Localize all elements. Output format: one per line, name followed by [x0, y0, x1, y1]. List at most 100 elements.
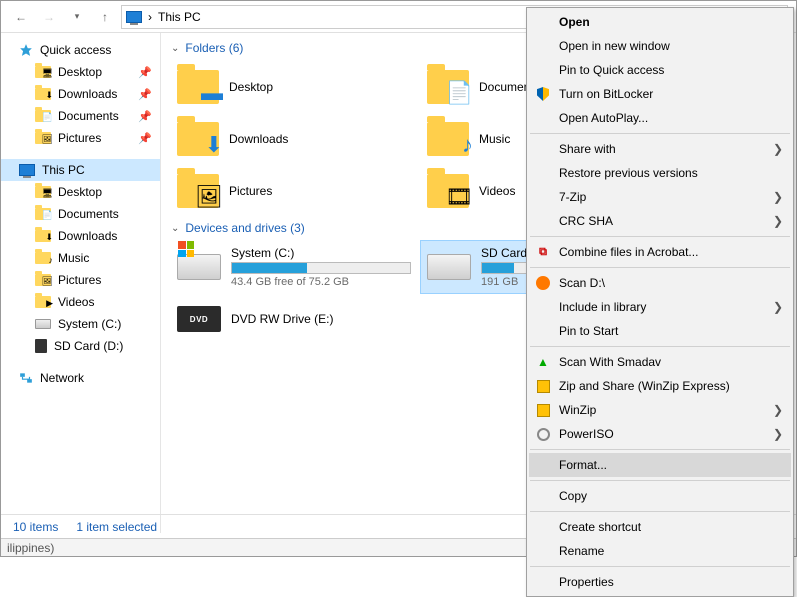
context-menu-label: Properties: [559, 575, 614, 589]
back-button[interactable]: ←: [9, 5, 33, 29]
sidebar-item-label: Network: [40, 371, 84, 385]
sidebar-item-desktop-pc[interactable]: 🖥Desktop: [1, 181, 160, 203]
sidebar-item-system-c[interactable]: System (C:): [1, 313, 160, 335]
context-menu-label: Open AutoPlay...: [559, 111, 648, 125]
context-menu-item[interactable]: PowerISO❯: [529, 422, 791, 446]
context-menu-item[interactable]: Restore previous versions: [529, 161, 791, 185]
sidebar-item-label: System (C:): [58, 317, 121, 331]
context-menu-item[interactable]: 7-Zip ❯: [529, 185, 791, 209]
acrobat-icon: ⧉: [535, 244, 551, 260]
pin-icon: 📌: [138, 110, 152, 123]
shield-icon: [535, 86, 551, 102]
context-menu-item[interactable]: Copy: [529, 484, 791, 508]
sidebar-item-documents[interactable]: 📄 Documents 📌: [1, 105, 160, 127]
winzip-icon: [535, 402, 551, 418]
context-menu-item[interactable]: Open in new window: [529, 34, 791, 58]
submenu-arrow-icon: ❯: [773, 300, 783, 314]
sd-card-icon: [35, 339, 47, 353]
chevron-down-icon: ⌄: [171, 223, 179, 234]
context-menu-separator: [530, 566, 790, 567]
context-menu-label: WinZip: [559, 403, 596, 417]
drive-icon: [177, 254, 221, 280]
sidebar-network[interactable]: Network: [1, 367, 160, 389]
item-subtext: 43.4 GB free of 75.2 GB: [231, 276, 415, 288]
folder-icon: 📄: [35, 110, 51, 122]
sidebar-item-music-pc[interactable]: ♪Music: [1, 247, 160, 269]
pin-icon: 📌: [138, 132, 152, 145]
context-menu-item[interactable]: Scan D:\: [529, 271, 791, 295]
context-menu-label: Pin to Start: [559, 324, 618, 338]
context-menu-item[interactable]: Properties: [529, 570, 791, 594]
item-label: Downloads: [229, 132, 415, 146]
up-button[interactable]: ↑: [93, 5, 117, 29]
sidebar-item-documents-pc[interactable]: 📄Documents: [1, 203, 160, 225]
sidebar-quick-access[interactable]: Quick access: [1, 39, 160, 61]
pc-icon: [19, 164, 35, 176]
folder-item-downloads[interactable]: ⬇Downloads: [171, 113, 421, 165]
sidebar-item-pictures[interactable]: 🖼 Pictures 📌: [1, 127, 160, 149]
context-menu-label: Scan D:\: [559, 276, 605, 290]
context-menu-item[interactable]: Pin to Quick access: [529, 58, 791, 82]
context-menu-label: Share with: [559, 142, 616, 156]
status-item-count: 10 items: [13, 520, 58, 534]
folder-item-desktop[interactable]: ▬Desktop: [171, 61, 421, 113]
breadcrumb-chevron: ›: [148, 10, 152, 24]
context-menu-label: Create shortcut: [559, 520, 641, 534]
star-icon: [19, 43, 33, 57]
sidebar-item-sd-card-d[interactable]: SD Card (D:): [1, 335, 160, 357]
context-menu-label: Scan With Smadav: [559, 355, 661, 369]
sidebar-item-downloads[interactable]: ⬇ Downloads 📌: [1, 83, 160, 105]
sidebar-item-label: Quick access: [40, 43, 111, 57]
sidebar-item-videos-pc[interactable]: ▶Videos: [1, 291, 160, 313]
context-menu-label: Copy: [559, 489, 587, 503]
poweriso-icon: [535, 426, 551, 442]
status-selection: 1 item selected: [76, 520, 157, 534]
forward-button[interactable]: →: [37, 5, 61, 29]
context-menu-item[interactable]: Rename: [529, 539, 791, 563]
context-menu-item[interactable]: Zip and Share (WinZip Express): [529, 374, 791, 398]
context-menu-item[interactable]: Open AutoPlay...: [529, 106, 791, 130]
sidebar-item-label: SD Card (D:): [54, 339, 123, 353]
chevron-down-icon: ⌄: [171, 43, 179, 54]
context-menu-item[interactable]: CRC SHA❯: [529, 209, 791, 233]
sidebar-item-desktop[interactable]: 🖥 Desktop 📌: [1, 61, 160, 83]
breadcrumb-location[interactable]: This PC: [158, 10, 201, 24]
pin-icon: 📌: [138, 88, 152, 101]
drive-item-dvd-rw-e[interactable]: DVD DVD RW Drive (E:): [171, 293, 421, 345]
sidebar-item-downloads-pc[interactable]: ⬇Downloads: [1, 225, 160, 247]
folder-item-pictures[interactable]: 🖼Pictures: [171, 165, 421, 217]
recent-locations-button[interactable]: ▾: [65, 5, 89, 29]
context-menu-label: CRC SHA: [559, 214, 613, 228]
folder-icon: 📄: [35, 208, 51, 220]
context-menu-item[interactable]: Share with❯: [529, 137, 791, 161]
folder-icon: ⬇: [35, 88, 51, 100]
context-menu-separator: [530, 449, 790, 450]
context-menu-item[interactable]: ⧉Combine files in Acrobat...: [529, 240, 791, 264]
sidebar-item-label: Music: [58, 251, 89, 265]
context-menu-item[interactable]: WinZip ❯: [529, 398, 791, 422]
bottom-text: ilippines): [7, 541, 54, 555]
context-menu-label: Restore previous versions: [559, 166, 698, 180]
context-menu-item[interactable]: Open: [529, 10, 791, 34]
submenu-arrow-icon: ❯: [773, 403, 783, 417]
context-menu-item[interactable]: ▲Scan With Smadav: [529, 350, 791, 374]
context-menu-item[interactable]: Turn on BitLocker: [529, 82, 791, 106]
context-menu-item[interactable]: Format...: [529, 453, 791, 477]
context-menu-item[interactable]: Create shortcut: [529, 515, 791, 539]
sidebar-this-pc[interactable]: This PC: [1, 159, 160, 181]
context-menu-separator: [530, 267, 790, 268]
sidebar-item-label: This PC: [42, 163, 85, 177]
sidebar-item-label: Downloads: [58, 87, 117, 101]
drive-icon: [35, 319, 51, 329]
submenu-arrow-icon: ❯: [773, 427, 783, 441]
drive-item-system-c[interactable]: System (C:) 43.4 GB free of 75.2 GB: [171, 241, 421, 293]
submenu-arrow-icon: ❯: [773, 190, 783, 204]
context-menu-separator: [530, 346, 790, 347]
folder-icon: ▬: [177, 70, 219, 104]
context-menu-label: 7-Zip: [559, 190, 586, 204]
context-menu-item[interactable]: Include in library❯: [529, 295, 791, 319]
item-label: System (C:): [231, 246, 415, 260]
context-menu-item[interactable]: Pin to Start: [529, 319, 791, 343]
sidebar-item-pictures-pc[interactable]: 🖼Pictures: [1, 269, 160, 291]
item-label: DVD RW Drive (E:): [231, 312, 415, 326]
